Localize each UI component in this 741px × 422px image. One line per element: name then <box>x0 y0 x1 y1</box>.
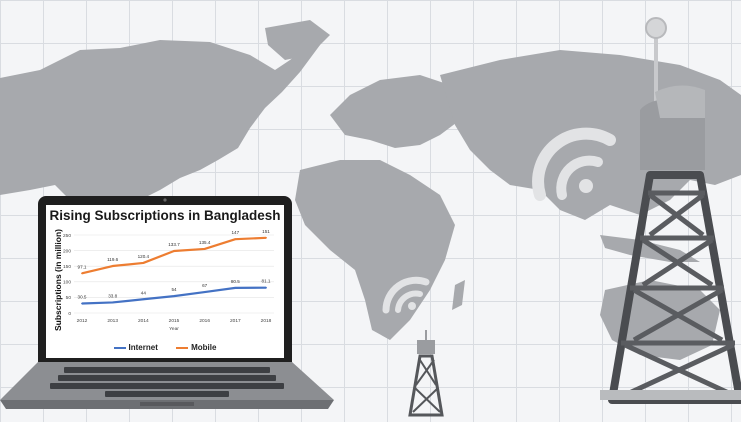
legend-swatch-mobile <box>176 346 189 349</box>
y-tick-label: 0 <box>68 311 71 317</box>
data-point-internet <box>173 295 175 298</box>
data-point-mobile <box>265 236 267 239</box>
data-label-internet: 33.8 <box>108 293 117 298</box>
data-label-internet: 44 <box>141 290 147 295</box>
data-point-internet <box>265 286 267 289</box>
data-label-mobile: 120.4 <box>138 254 150 259</box>
data-point-internet <box>142 298 145 301</box>
data-label-mobile: 147 <box>231 230 239 235</box>
x-tick-label: 2013 <box>107 318 118 324</box>
y-tick-label: 50 <box>66 295 72 301</box>
data-point-mobile <box>111 265 114 267</box>
data-point-internet <box>111 301 114 304</box>
data-point-internet <box>81 302 83 305</box>
x-tick-label: 2017 <box>230 318 241 324</box>
data-point-internet <box>203 291 206 293</box>
x-tick-label: 2015 <box>169 318 180 324</box>
y-tick-label: 200 <box>63 248 71 254</box>
data-label-mobile: 97.1 <box>78 264 87 269</box>
data-point-mobile <box>81 272 83 275</box>
legend-label-internet: Internet <box>128 343 158 352</box>
data-label-mobile: 135.4 <box>199 240 211 245</box>
data-point-internet <box>234 286 237 289</box>
y-tick-label: 150 <box>63 264 71 270</box>
legend-item-mobile: Mobile <box>176 343 216 352</box>
data-label-mobile: 151 <box>262 229 270 234</box>
y-tick-label: 100 <box>63 280 71 286</box>
data-label-internet: 30.5 <box>78 294 87 299</box>
line-chart: 0 50 100 150 200 250 2012 2013 2014 2015 2016 2017 2… <box>63 229 274 332</box>
data-label-internet: 67 <box>202 283 208 288</box>
chart-panel: Rising Subscriptions in Bangladesh Subsc… <box>46 205 284 358</box>
x-tick-label: 2012 <box>77 318 88 324</box>
data-label-internet: 81.1 <box>262 279 271 284</box>
x-tick-label: 2018 <box>261 318 272 324</box>
data-point-mobile <box>173 250 175 252</box>
legend-item-internet: Internet <box>113 343 158 352</box>
y-tick-label: 250 <box>63 233 71 239</box>
data-label-internet: 80.5 <box>231 279 240 284</box>
data-point-mobile <box>203 248 206 250</box>
legend-label-mobile: Mobile <box>191 343 217 352</box>
legend-swatch-internet <box>113 346 126 349</box>
data-label-internet: 54 <box>171 287 177 292</box>
x-axis-label: Year <box>169 326 179 332</box>
laptop-keyboard <box>0 362 334 409</box>
x-tick-label: 2014 <box>138 318 149 324</box>
data-label-mobile: 133.7 <box>168 242 180 247</box>
data-point-mobile <box>142 262 145 264</box>
data-label-mobile: 119.6 <box>107 257 119 262</box>
x-tick-label: 2016 <box>199 318 210 324</box>
chart-legend: Internet Mobile <box>46 343 284 352</box>
data-point-mobile <box>234 238 237 241</box>
